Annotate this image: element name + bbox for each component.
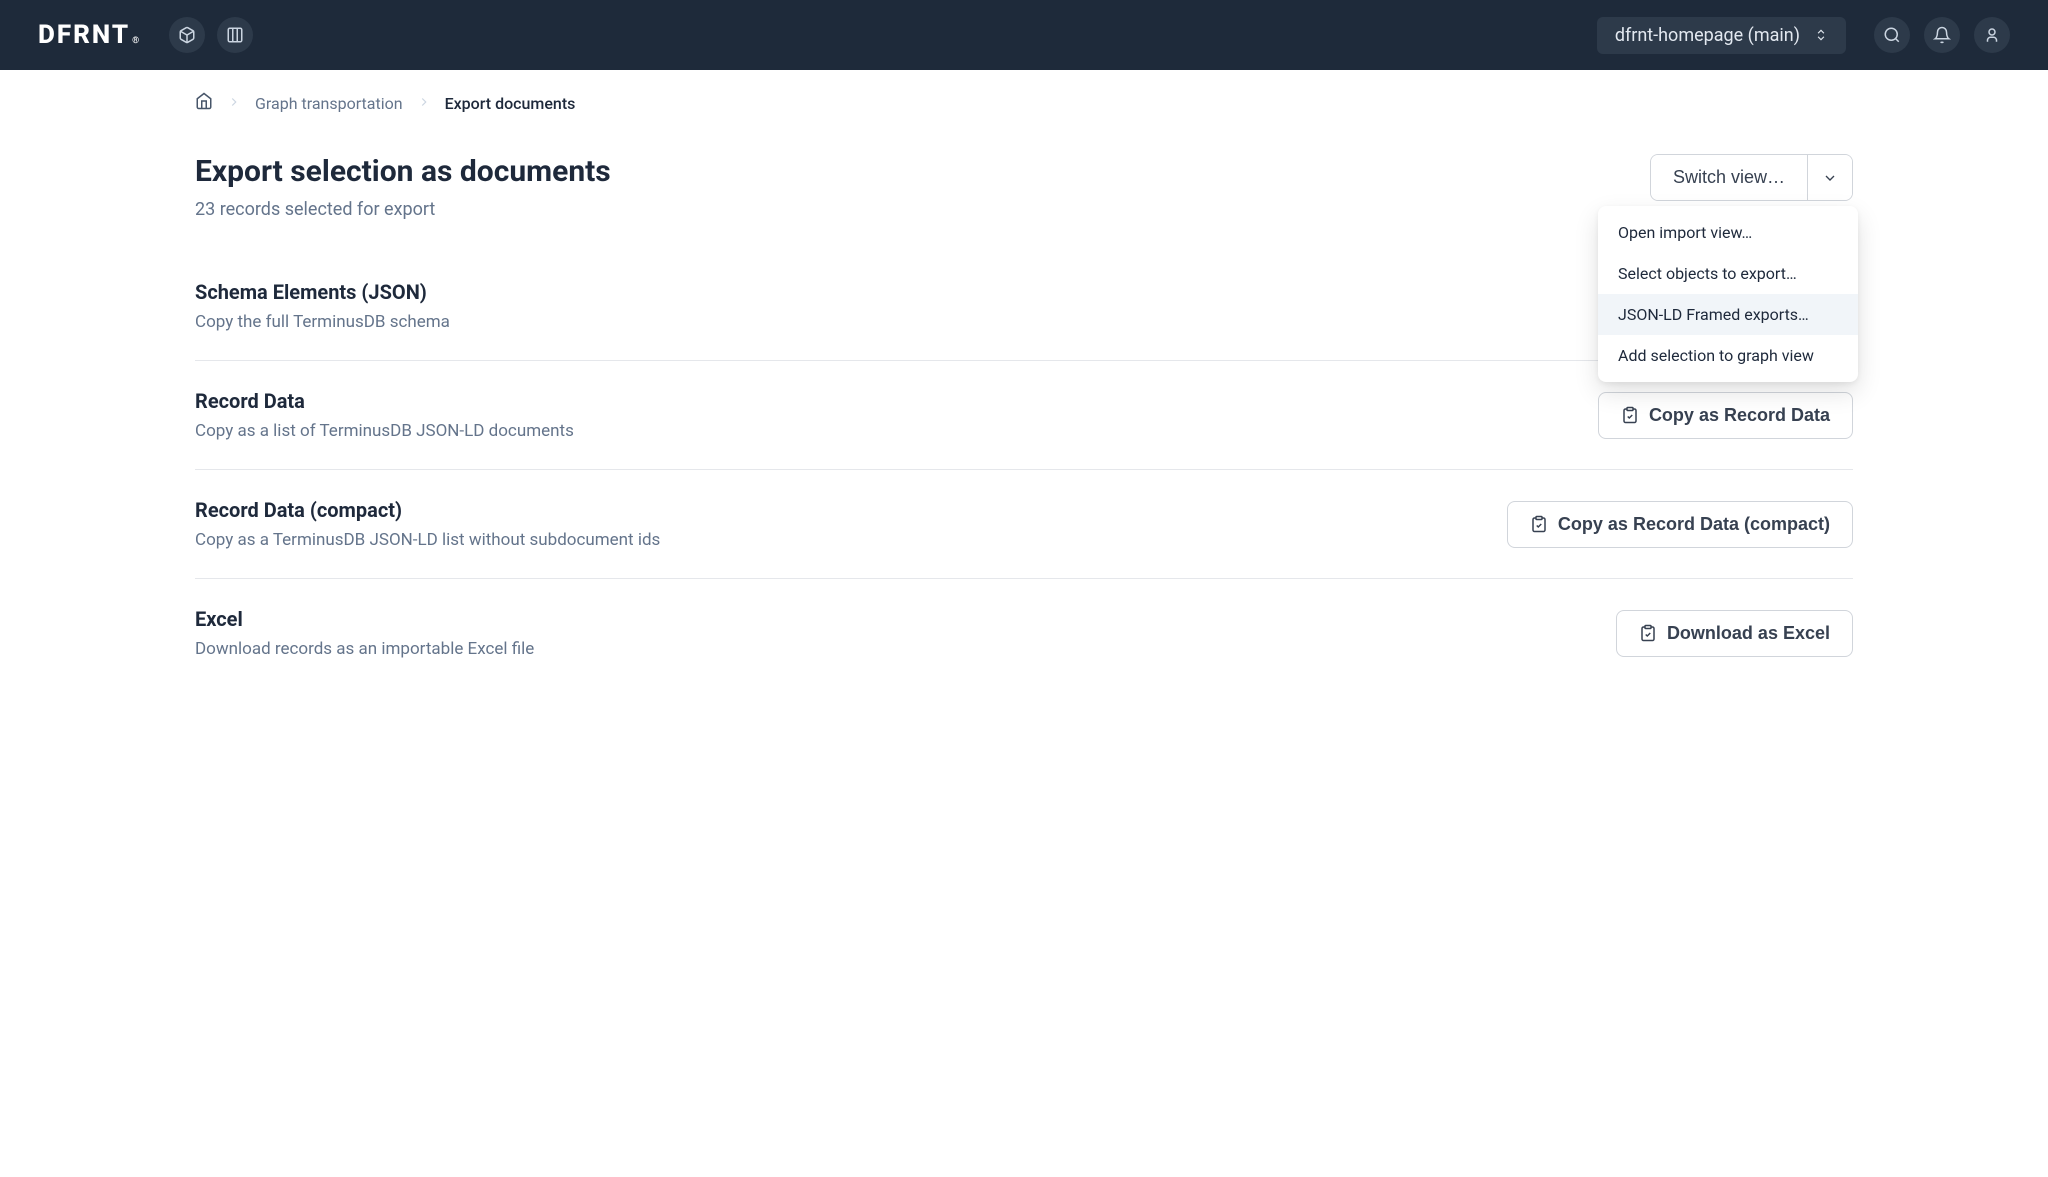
section-record-data-compact: Record Data (compact) Copy as a Terminus… bbox=[195, 470, 1853, 579]
breadcrumb-item-graph-transportation[interactable]: Graph transportation bbox=[255, 94, 403, 113]
breadcrumb-separator bbox=[227, 94, 241, 113]
download-excel-button[interactable]: Download as Excel bbox=[1616, 610, 1853, 657]
title-row: Export selection as documents 23 records… bbox=[195, 154, 1853, 220]
chevron-down-icon bbox=[1822, 170, 1838, 186]
home-icon bbox=[195, 92, 213, 110]
app-header: DFRNT ® dfrnt-homepage (main) bbox=[0, 0, 2048, 70]
switch-view-button[interactable]: Switch view… bbox=[1651, 155, 1808, 200]
breadcrumb: Graph transportation Export documents bbox=[0, 70, 2048, 114]
search-button[interactable] bbox=[1874, 17, 1910, 53]
profile-button[interactable] bbox=[1974, 17, 2010, 53]
project-selector-label: dfrnt-homepage (main) bbox=[1615, 25, 1800, 46]
copy-record-data-compact-button[interactable]: Copy as Record Data (compact) bbox=[1507, 501, 1853, 548]
clipboard-icon bbox=[1621, 406, 1639, 424]
button-label: Copy as Record Data (compact) bbox=[1558, 514, 1830, 535]
dropdown-jsonld-framed[interactable]: JSON-LD Framed exports… bbox=[1598, 294, 1858, 335]
button-label: Download as Excel bbox=[1667, 623, 1830, 644]
search-icon bbox=[1883, 26, 1901, 44]
switch-view-caret-button[interactable] bbox=[1808, 155, 1852, 200]
section-info: Excel Download records as an importable … bbox=[195, 607, 534, 659]
section-title: Excel bbox=[195, 607, 534, 631]
section-desc: Download records as an importable Excel … bbox=[195, 639, 534, 659]
button-label: Copy as Record Data bbox=[1649, 405, 1830, 426]
section-desc: Copy as a TerminusDB JSON-LD list withou… bbox=[195, 530, 660, 550]
section-info: Record Data (compact) Copy as a Terminus… bbox=[195, 498, 660, 550]
switch-view-dropdown: Open import view… Select objects to expo… bbox=[1598, 206, 1858, 382]
section-excel: Excel Download records as an importable … bbox=[195, 579, 1853, 687]
cube-icon bbox=[178, 26, 196, 44]
columns-icon-button[interactable] bbox=[217, 17, 253, 53]
section-desc: Copy the full TerminusDB schema bbox=[195, 312, 450, 332]
section-info: Schema Elements (JSON) Copy the full Ter… bbox=[195, 280, 450, 332]
brand-logo: DFRNT ® bbox=[38, 20, 141, 50]
switch-view-control: Switch view… Open import view… Select ob… bbox=[1650, 154, 1853, 201]
clipboard-icon bbox=[1530, 515, 1548, 533]
section-title: Record Data (compact) bbox=[195, 498, 660, 522]
section-title: Schema Elements (JSON) bbox=[195, 280, 450, 304]
section-desc: Copy as a list of TerminusDB JSON-LD doc… bbox=[195, 421, 574, 441]
cube-icon-button[interactable] bbox=[169, 17, 205, 53]
clipboard-icon bbox=[1639, 624, 1657, 642]
logo-registered: ® bbox=[132, 36, 141, 46]
dropdown-add-to-graph[interactable]: Add selection to graph view bbox=[1598, 335, 1858, 376]
bell-icon bbox=[1933, 26, 1951, 44]
user-icon bbox=[1983, 26, 2001, 44]
dropdown-open-import-view[interactable]: Open import view… bbox=[1598, 212, 1858, 253]
dropdown-select-objects[interactable]: Select objects to export… bbox=[1598, 253, 1858, 294]
columns-icon bbox=[226, 26, 244, 44]
main-content: Export selection as documents 23 records… bbox=[0, 114, 2048, 687]
notifications-button[interactable] bbox=[1924, 17, 1960, 53]
project-selector[interactable]: dfrnt-homepage (main) bbox=[1597, 17, 1846, 54]
title-block: Export selection as documents 23 records… bbox=[195, 154, 611, 220]
section-title: Record Data bbox=[195, 389, 574, 413]
updown-icon bbox=[1814, 28, 1828, 42]
breadcrumb-item-export-documents: Export documents bbox=[445, 94, 576, 113]
header-right-icons bbox=[1874, 17, 2010, 53]
page-subtitle: 23 records selected for export bbox=[195, 199, 611, 220]
logo-text: DFRNT bbox=[38, 20, 130, 50]
copy-record-data-button[interactable]: Copy as Record Data bbox=[1598, 392, 1853, 439]
section-info: Record Data Copy as a list of TerminusDB… bbox=[195, 389, 574, 441]
breadcrumb-separator bbox=[417, 94, 431, 113]
switch-view-button-group: Switch view… bbox=[1650, 154, 1853, 201]
header-left-icons bbox=[169, 17, 253, 53]
page-title: Export selection as documents bbox=[195, 154, 611, 189]
breadcrumb-home[interactable] bbox=[195, 92, 213, 114]
